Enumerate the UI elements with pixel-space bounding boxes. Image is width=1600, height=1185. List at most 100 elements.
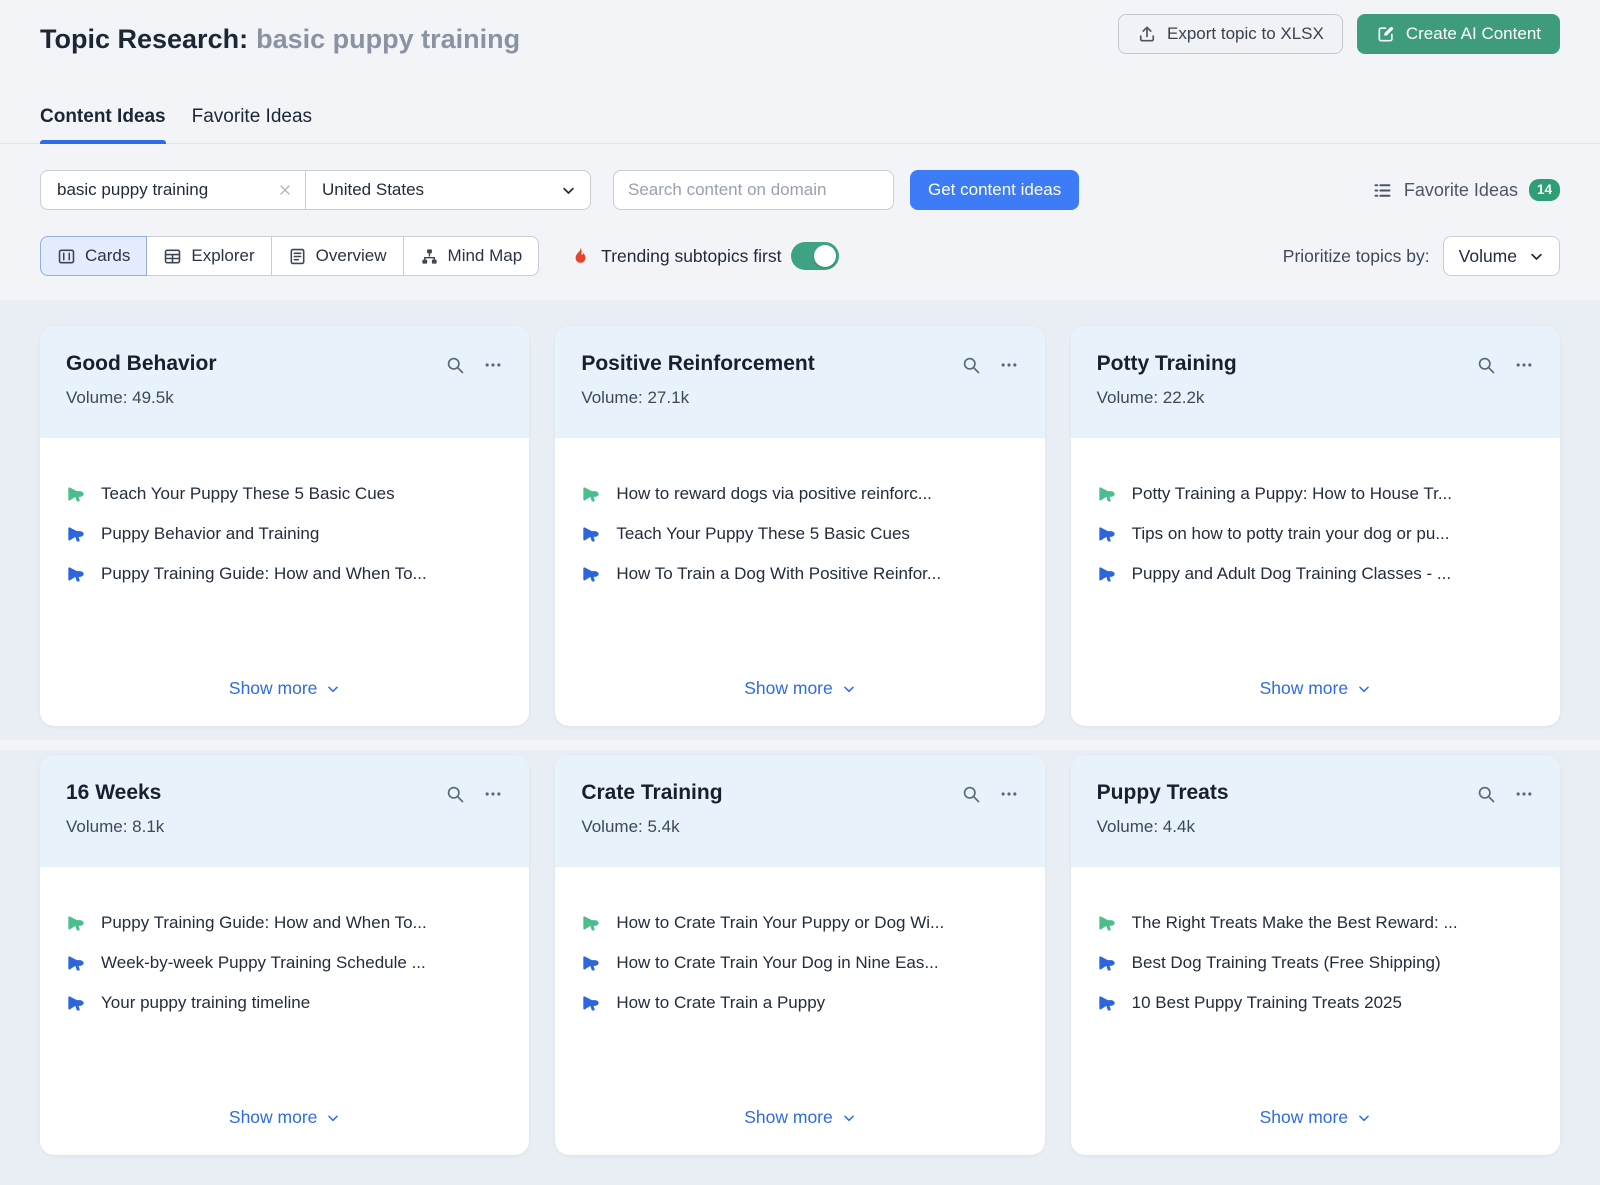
get-content-ideas-button[interactable]: Get content ideas — [910, 170, 1079, 210]
more-options-icon[interactable] — [999, 784, 1019, 804]
content-idea[interactable]: Best Dog Training Treats (Free Shipping) — [1097, 953, 1534, 973]
search-icon[interactable] — [1476, 784, 1496, 804]
content-idea-title: Tips on how to potty train your dog or p… — [1132, 524, 1450, 544]
content-idea-title: Puppy and Adult Dog Training Classes - .… — [1132, 564, 1451, 584]
page-header: Topic Research:basic puppy training Expo… — [0, 0, 1600, 56]
show-more-button[interactable]: Show more — [1254, 677, 1378, 700]
content-idea[interactable]: Week-by-week Puppy Training Schedule ... — [66, 953, 503, 973]
create-ai-content-button[interactable]: Create AI Content — [1357, 14, 1560, 54]
favorite-ideas-link[interactable]: Favorite Ideas 14 — [1372, 179, 1560, 201]
tab-favorite-ideas[interactable]: Favorite Ideas — [192, 106, 312, 143]
show-more-button[interactable]: Show more — [1254, 1106, 1378, 1129]
domain-search-input[interactable] — [613, 170, 894, 210]
view-mode-explorer[interactable]: Explorer — [146, 236, 271, 276]
topic-card-body: Puppy Training Guide: How and When To...… — [40, 867, 529, 1155]
megaphone-blue-icon — [581, 993, 601, 1013]
cards-row-2: 16 Weeks Volume: 8.1k Puppy Training Gui… — [0, 750, 1600, 1185]
more-options-icon[interactable] — [1514, 784, 1534, 804]
content-idea-title: Your puppy training timeline — [101, 993, 310, 1013]
more-options-icon[interactable] — [483, 784, 503, 804]
content-idea-title: How To Train a Dog With Positive Reinfor… — [616, 564, 941, 584]
megaphone-blue-icon — [66, 993, 86, 1013]
topic-card: Positive Reinforcement Volume: 27.1k How… — [555, 326, 1044, 726]
search-icon[interactable] — [445, 355, 465, 375]
content-idea[interactable]: Puppy Behavior and Training — [66, 524, 503, 544]
chevron-down-icon — [561, 183, 576, 198]
content-idea[interactable]: How to Crate Train Your Dog in Nine Eas.… — [581, 953, 1018, 973]
more-options-icon[interactable] — [999, 355, 1019, 375]
country-select-value: United States — [322, 180, 424, 200]
content-idea[interactable]: Puppy Training Guide: How and When To... — [66, 564, 503, 584]
megaphone-green-icon — [581, 484, 601, 504]
show-more-label: Show more — [229, 1107, 318, 1128]
content-idea[interactable]: Puppy and Adult Dog Training Classes - .… — [1097, 564, 1534, 584]
show-more-button[interactable]: Show more — [223, 1106, 347, 1129]
mind-map-view-label: Mind Map — [448, 246, 523, 266]
megaphone-green-icon — [1097, 484, 1117, 504]
megaphone-blue-icon — [66, 524, 86, 544]
keyword-input[interactable] — [55, 179, 277, 201]
flame-icon — [569, 245, 591, 267]
content-idea[interactable]: Tips on how to potty train your dog or p… — [1097, 524, 1534, 544]
search-icon[interactable] — [961, 355, 981, 375]
search-icon[interactable] — [961, 784, 981, 804]
megaphone-green-icon — [66, 484, 86, 504]
view-mode-switcher: Cards Explorer Overview Mind Map — [40, 236, 539, 276]
trending-subtopics-toggle[interactable] — [791, 242, 839, 270]
megaphone-blue-icon — [66, 564, 86, 584]
clear-keyword-icon[interactable] — [277, 182, 293, 198]
content-idea[interactable]: How To Train a Dog With Positive Reinfor… — [581, 564, 1018, 584]
show-more-label: Show more — [744, 678, 833, 699]
tab-content-ideas[interactable]: Content Ideas — [40, 106, 166, 143]
topic-card-body: How to reward dogs via positive reinforc… — [555, 438, 1044, 726]
show-more-button[interactable]: Show more — [223, 677, 347, 700]
content-idea[interactable]: How to Crate Train a Puppy — [581, 993, 1018, 1013]
content-idea[interactable]: Teach Your Puppy These 5 Basic Cues — [581, 524, 1018, 544]
view-mode-overview[interactable]: Overview — [271, 236, 404, 276]
content-idea-title: Puppy Behavior and Training — [101, 524, 319, 544]
content-idea[interactable]: How to Crate Train Your Puppy or Dog Wi.… — [581, 913, 1018, 933]
content-idea[interactable]: Puppy Training Guide: How and When To... — [66, 913, 503, 933]
content-ideas-results: Good Behavior Volume: 49.5k Teach Your P… — [0, 300, 1600, 1185]
view-mode-mind-map[interactable]: Mind Map — [403, 236, 540, 276]
cards-row-1: Good Behavior Volume: 49.5k Teach Your P… — [0, 300, 1600, 740]
megaphone-green-icon — [581, 913, 601, 933]
content-idea[interactable]: Your puppy training timeline — [66, 993, 503, 1013]
prioritize-topics-select[interactable]: Volume — [1443, 236, 1560, 276]
content-idea[interactable]: How to reward dogs via positive reinforc… — [581, 484, 1018, 504]
show-more-label: Show more — [744, 1107, 833, 1128]
main-tabs: Content Ideas Favorite Ideas — [0, 106, 1600, 144]
content-idea-title: How to Crate Train Your Puppy or Dog Wi.… — [616, 913, 944, 933]
export-topic-button[interactable]: Export topic to XLSX — [1118, 14, 1343, 54]
sitemap-view-icon — [420, 247, 439, 266]
prioritize-topics-label: Prioritize topics by: — [1283, 246, 1430, 267]
topic-card-header: Positive Reinforcement Volume: 27.1k — [555, 326, 1044, 438]
country-select[interactable]: United States — [305, 171, 590, 209]
topic-card-header: Good Behavior Volume: 49.5k — [40, 326, 529, 438]
chevron-down-icon — [1529, 249, 1544, 264]
show-more-label: Show more — [229, 678, 318, 699]
more-options-icon[interactable] — [483, 355, 503, 375]
search-icon[interactable] — [445, 784, 465, 804]
topic-volume: Volume: 4.4k — [1097, 817, 1229, 837]
show-more-button[interactable]: Show more — [738, 1106, 862, 1129]
content-idea[interactable]: Potty Training a Puppy: How to House Tr.… — [1097, 484, 1534, 504]
chevron-down-icon — [326, 1111, 340, 1125]
topic-card-body: How to Crate Train Your Puppy or Dog Wi.… — [555, 867, 1044, 1155]
content-idea[interactable]: 10 Best Puppy Training Treats 2025 — [1097, 993, 1534, 1013]
show-more-button[interactable]: Show more — [738, 677, 862, 700]
content-idea[interactable]: The Right Treats Make the Best Reward: .… — [1097, 913, 1534, 933]
upload-icon — [1137, 24, 1157, 44]
more-options-icon[interactable] — [1514, 355, 1534, 375]
topic-card-header: Puppy Treats Volume: 4.4k — [1071, 755, 1560, 867]
explorer-view-label: Explorer — [191, 246, 254, 266]
chevron-down-icon — [842, 1111, 856, 1125]
topic-card: Puppy Treats Volume: 4.4k The Right Trea… — [1071, 755, 1560, 1155]
edit-square-icon — [1376, 24, 1396, 44]
topic-volume: Volume: 5.4k — [581, 817, 722, 837]
megaphone-blue-icon — [1097, 953, 1117, 973]
search-icon[interactable] — [1476, 355, 1496, 375]
content-idea[interactable]: Teach Your Puppy These 5 Basic Cues — [66, 484, 503, 504]
view-mode-cards[interactable]: Cards — [40, 236, 147, 276]
megaphone-green-icon — [66, 913, 86, 933]
